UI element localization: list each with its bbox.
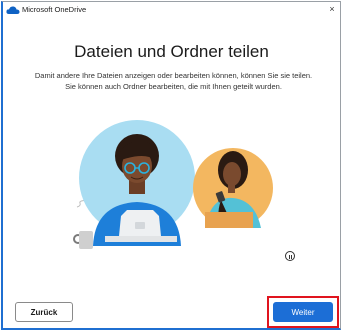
description-line-1: Damit andere Ihre Dateien anzeigen oder … [34, 71, 313, 80]
description: Damit andere Ihre Dateien anzeigen oder … [17, 70, 330, 92]
title-bar: Microsoft OneDrive × [3, 2, 340, 18]
next-button[interactable]: Weiter [273, 302, 333, 322]
description-line-2: Sie können auch Ordner bearbeiten, die m… [65, 82, 282, 91]
pause-icon[interactable] [285, 251, 295, 261]
sharing-illustration [79, 120, 273, 246]
close-icon[interactable]: × [326, 3, 338, 15]
onedrive-cloud-icon [6, 6, 20, 14]
page-title: Dateien und Ordner teilen [74, 42, 269, 61]
onedrive-window: Microsoft OneDrive × Dateien und Ordner … [1, 1, 341, 330]
back-button[interactable]: Zurück [15, 302, 73, 322]
window-title: Microsoft OneDrive [22, 5, 87, 14]
